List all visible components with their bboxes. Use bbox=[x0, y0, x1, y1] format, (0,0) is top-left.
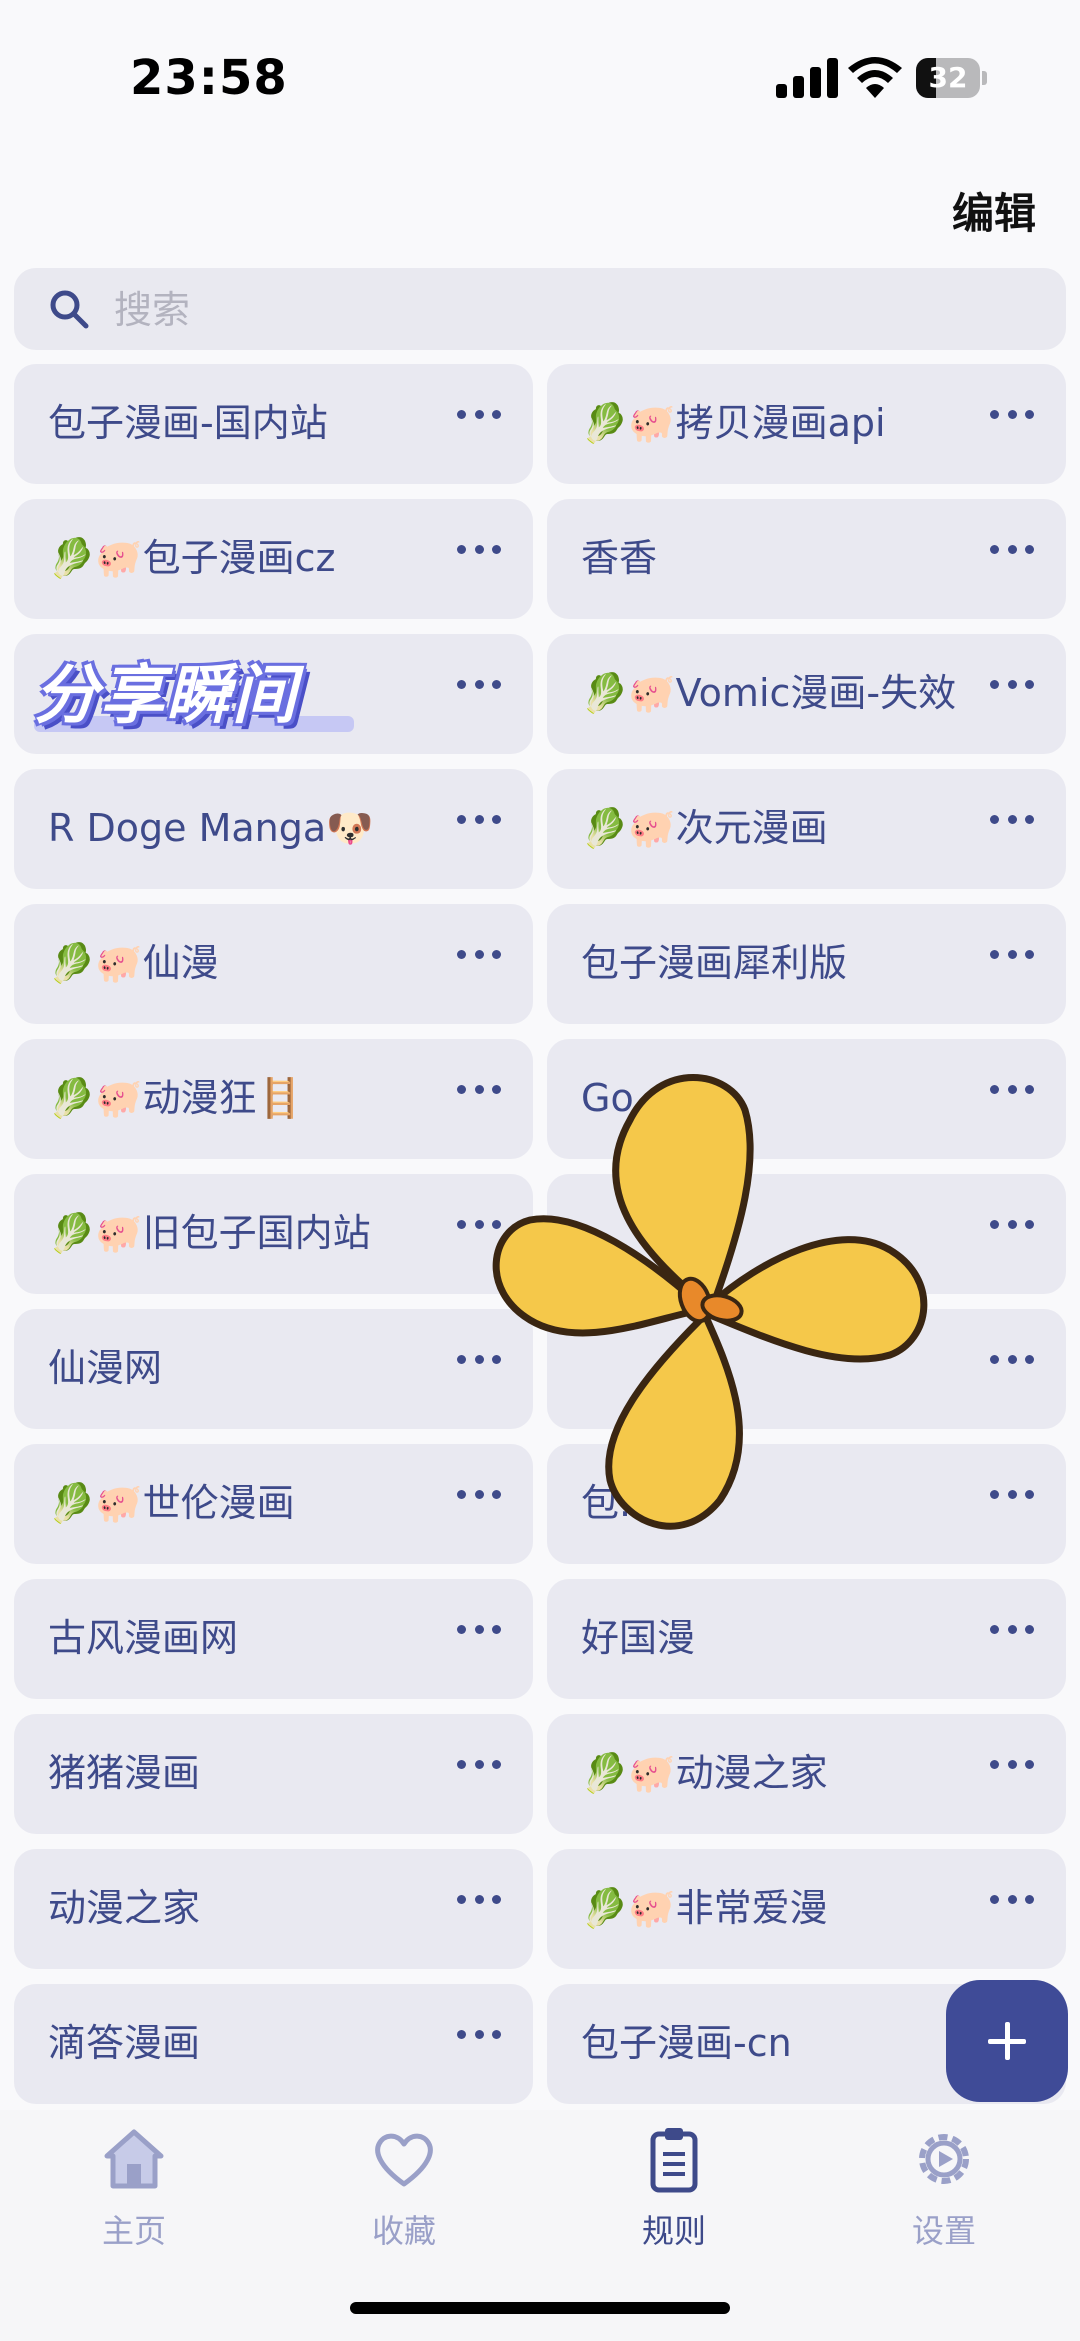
tab-label: 主页 bbox=[101, 2212, 166, 2250]
rule-card[interactable]: 🥬🐖动漫狂🪜 bbox=[14, 1039, 533, 1159]
rule-card[interactable]: 🥬🐖次元漫画 bbox=[547, 769, 1066, 889]
rule-label: 香香 bbox=[581, 536, 658, 581]
rule-label: 仙漫网 bbox=[48, 1346, 163, 1391]
tab-favorites[interactable]: 收藏 bbox=[324, 2124, 484, 2254]
rule-card[interactable]: 猪猪漫画 bbox=[14, 1714, 533, 1834]
more-icon[interactable] bbox=[990, 674, 1034, 694]
rule-label: 🥬🐖拷贝漫画api bbox=[581, 401, 886, 446]
home-icon bbox=[104, 2129, 164, 2189]
rule-label: 包子漫画犀利版 bbox=[581, 941, 848, 986]
share-moment-overlay: 分享瞬间 bbox=[34, 659, 298, 733]
tab-settings[interactable]: 设置 bbox=[864, 2124, 1024, 2254]
rule-label: 🥬🐖包子漫画cz bbox=[48, 536, 336, 581]
search-icon bbox=[50, 290, 89, 329]
home-indicator[interactable] bbox=[350, 2302, 730, 2314]
rule-label: 🥬🐖动漫之家 bbox=[581, 1751, 828, 1796]
more-icon[interactable] bbox=[990, 1349, 1034, 1369]
tab-label: 设置 bbox=[911, 2212, 976, 2250]
more-icon[interactable] bbox=[990, 1889, 1034, 1909]
rule-card[interactable]: 🥬🐖拷贝漫画api bbox=[547, 364, 1066, 484]
gear-icon bbox=[919, 2134, 969, 2184]
more-icon[interactable] bbox=[457, 1889, 501, 1909]
rule-card[interactable]: R Doge Manga🐶 bbox=[14, 769, 533, 889]
rule-label: 猪猪漫画 bbox=[48, 1751, 201, 1796]
flower-sticker-icon bbox=[492, 1074, 928, 1530]
rule-card[interactable]: 滴答漫画 bbox=[14, 1984, 533, 2104]
search-bar[interactable] bbox=[14, 268, 1066, 352]
rule-card[interactable]: 包子漫画犀利版 bbox=[547, 904, 1066, 1024]
rule-label: 包子漫画-cn bbox=[581, 2021, 792, 2066]
more-icon[interactable] bbox=[457, 674, 501, 694]
rule-card[interactable]: 🥬🐖动漫之家 bbox=[547, 1714, 1066, 1834]
more-icon[interactable] bbox=[990, 404, 1034, 424]
rule-card[interactable]: 包子漫画-国内站 bbox=[14, 364, 533, 484]
more-icon[interactable] bbox=[990, 539, 1034, 559]
rule-label: 古风漫画网 bbox=[48, 1616, 239, 1661]
more-icon[interactable] bbox=[457, 2024, 501, 2044]
more-icon[interactable] bbox=[457, 809, 501, 829]
tab-home[interactable]: 主页 bbox=[54, 2124, 214, 2254]
rule-card[interactable]: 🥬🐖Vomic漫画-失效 bbox=[547, 634, 1066, 754]
battery-icon: 32 bbox=[916, 58, 988, 98]
rule-label: 🥬🐖仙漫 bbox=[48, 941, 219, 986]
more-icon[interactable] bbox=[990, 1214, 1034, 1234]
rule-label: R Doge Manga🐶 bbox=[48, 806, 374, 851]
search-input[interactable] bbox=[112, 268, 1016, 352]
more-icon[interactable] bbox=[990, 944, 1034, 964]
rule-label: 包子漫画-国内站 bbox=[48, 401, 328, 446]
heart-icon bbox=[375, 2133, 433, 2187]
more-icon[interactable] bbox=[990, 1079, 1034, 1099]
rule-card[interactable]: 🥬🐖仙漫 bbox=[14, 904, 533, 1024]
rule-card[interactable]: 好国漫 bbox=[547, 1579, 1066, 1699]
more-icon[interactable] bbox=[990, 1484, 1034, 1504]
more-icon[interactable] bbox=[990, 809, 1034, 829]
rule-label: 🥬🐖动漫狂🪜 bbox=[48, 1076, 304, 1121]
more-icon[interactable] bbox=[457, 944, 501, 964]
rule-label: 好国漫 bbox=[581, 1616, 696, 1661]
rule-label: 🥬🐖旧包子国内站 bbox=[48, 1211, 371, 1256]
status-time: 23:58 bbox=[130, 50, 288, 106]
rule-label: 动漫之家 bbox=[48, 1886, 201, 1931]
status-bar: 23:58 32 bbox=[0, 0, 1080, 150]
rule-card[interactable]: 动漫之家 bbox=[14, 1849, 533, 1969]
rule-card[interactable]: 香香 bbox=[547, 499, 1066, 619]
more-icon[interactable] bbox=[457, 1754, 501, 1774]
more-icon[interactable] bbox=[457, 1619, 501, 1639]
rule-card[interactable]: 🥬🐖包子漫画cz bbox=[14, 499, 533, 619]
wifi-icon bbox=[848, 57, 902, 98]
more-icon[interactable] bbox=[990, 1619, 1034, 1639]
rule-label: 🥬🐖Vomic漫画-失效 bbox=[581, 671, 957, 716]
rule-card[interactable]: 🥬🐖非常爱漫 bbox=[547, 1849, 1066, 1969]
tab-label: 收藏 bbox=[371, 2212, 436, 2250]
cellular-signal-icon bbox=[776, 58, 838, 98]
rule-label: 🥬🐖非常爱漫 bbox=[581, 1886, 828, 1931]
rule-label: 滴答漫画 bbox=[48, 2021, 201, 2066]
battery-level: 32 bbox=[928, 61, 968, 94]
tab-label: 规则 bbox=[641, 2212, 706, 2250]
tab-rules[interactable]: 规则 bbox=[594, 2124, 754, 2254]
rule-label: 🥬🐖次元漫画 bbox=[581, 806, 828, 851]
more-icon[interactable] bbox=[457, 404, 501, 424]
rule-card[interactable]: 🥬🐖世伦漫画 bbox=[14, 1444, 533, 1564]
more-icon[interactable] bbox=[990, 1754, 1034, 1774]
rule-card[interactable]: 古风漫画网 bbox=[14, 1579, 533, 1699]
rule-card[interactable]: 🥬🐖旧包子国内站 bbox=[14, 1174, 533, 1294]
add-rule-button[interactable] bbox=[946, 1980, 1068, 2102]
rule-label: 🥬🐖世伦漫画 bbox=[48, 1481, 295, 1526]
rule-card[interactable]: 仙漫网 bbox=[14, 1309, 533, 1429]
more-icon[interactable] bbox=[457, 539, 501, 559]
clipboard-icon bbox=[650, 2128, 698, 2193]
edit-button[interactable]: 编辑 bbox=[952, 180, 1036, 241]
